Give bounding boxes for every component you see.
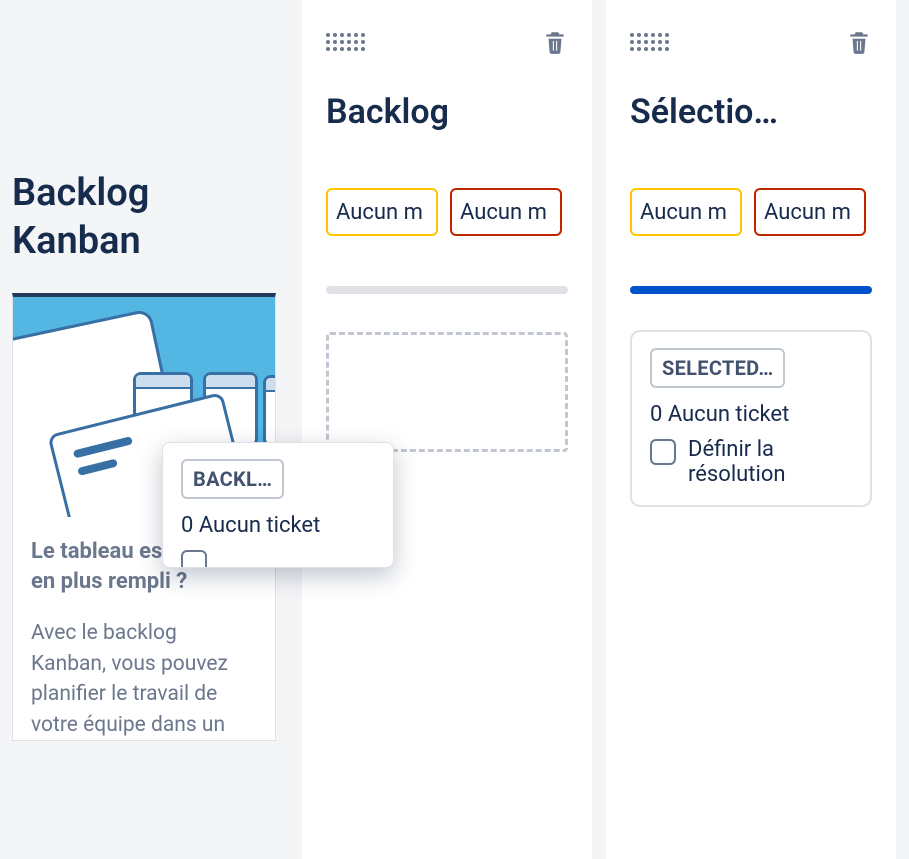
drag-handle-icon[interactable]	[326, 33, 365, 51]
board: Backlog Aucun m Aucun m Sélectio… Aucun …	[302, 0, 896, 859]
trash-icon[interactable]	[846, 29, 872, 55]
trash-icon[interactable]	[542, 29, 568, 55]
status-card[interactable]: SELECTED… 0 Aucun ticket Définir la réso…	[630, 330, 872, 507]
column-backlog: Backlog Aucun m Aucun m	[302, 0, 592, 859]
illustration-board	[263, 375, 275, 447]
column-title[interactable]: Backlog	[326, 92, 568, 132]
column-selected: Sélectio… Aucun m Aucun m SELECTED… 0 Au…	[606, 0, 896, 859]
column-title[interactable]: Sélectio…	[630, 92, 872, 132]
status-ticket-count: 0 Aucun ticket	[650, 402, 852, 427]
constraint-max-lozenge[interactable]: Aucun m	[450, 188, 562, 236]
status-ticket-count: 0 Aucun ticket	[181, 513, 375, 538]
sidebar: Backlog Kanban Le tableau est de plus en…	[0, 0, 296, 859]
drag-handle-icon[interactable]	[630, 33, 669, 51]
set-resolution-label: Définir la résolution	[688, 437, 852, 487]
status-badge: BACKL…	[181, 459, 284, 499]
constraint-min-lozenge[interactable]: Aucun m	[326, 188, 438, 236]
sidebar-title: Backlog Kanban	[12, 170, 284, 265]
promo-body-text: Avec le backlog Kanban, vous pouvez plan…	[31, 618, 257, 740]
column-progress	[326, 286, 568, 294]
constraint-max-lozenge[interactable]: Aucun m	[754, 188, 866, 236]
status-drop-zone[interactable]	[326, 332, 568, 452]
column-progress	[630, 286, 872, 294]
status-badge: SELECTED…	[650, 348, 785, 388]
dragging-status-card[interactable]: BACKL… 0 Aucun ticket	[162, 442, 394, 568]
set-resolution-checkbox[interactable]	[650, 439, 676, 465]
constraint-min-lozenge[interactable]: Aucun m	[630, 188, 742, 236]
set-resolution-checkbox[interactable]	[181, 550, 207, 568]
